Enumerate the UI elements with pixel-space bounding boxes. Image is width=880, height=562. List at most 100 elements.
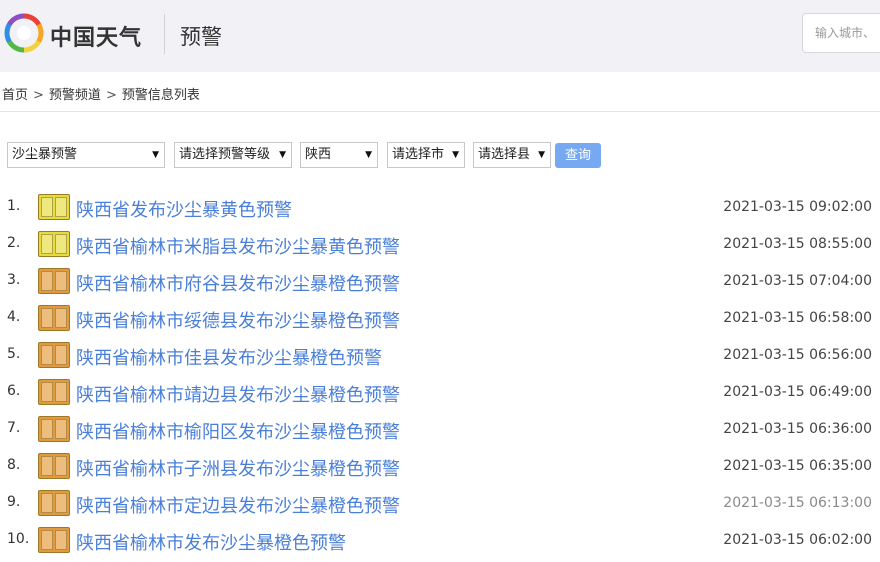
- warning-icon-panel: [41, 345, 53, 365]
- warning-row: 10. 陕西省榆林市发布沙尘暴橙色预警 2021-03-15 06:02:00: [0, 525, 880, 562]
- warning-row: 6. 陕西省榆林市靖边县发布沙尘暴橙色预警 2021-03-15 06:49:00: [0, 377, 880, 414]
- warning-title-link[interactable]: 陕西省榆林市米脂县发布沙尘暴黄色预警: [76, 233, 400, 259]
- warning-time: 2021-03-15 06:13:00: [723, 495, 872, 511]
- warning-index: 3.: [7, 272, 21, 288]
- warning-row: 4. 陕西省榆林市绥德县发布沙尘暴橙色预警 2021-03-15 06:58:00: [0, 303, 880, 340]
- warning-index: 4.: [7, 309, 21, 325]
- warning-type-value: 沙尘暴预警: [12, 147, 78, 162]
- site-logo-icon[interactable]: [4, 13, 44, 53]
- section-title: 预警: [180, 25, 222, 49]
- warning-row: 9. 陕西省榆林市定边县发布沙尘暴橙色预警 2021-03-15 06:13:00: [0, 488, 880, 525]
- header-divider: [164, 14, 165, 54]
- warning-level-icon: [38, 342, 70, 368]
- warning-icon-panel: [41, 493, 53, 513]
- city-value: 请选择市: [392, 147, 445, 162]
- warning-icon-panel: [55, 382, 67, 402]
- breadcrumb-current: 预警信息列表: [121, 88, 200, 103]
- site-header: 中国天气 预警: [0, 0, 880, 72]
- dropdown-arrow-icon: ▼: [365, 150, 372, 160]
- dropdown-arrow-icon: ▼: [538, 150, 545, 160]
- breadcrumb-home[interactable]: 首页: [2, 88, 28, 103]
- warning-title-link[interactable]: 陕西省榆林市府谷县发布沙尘暴橙色预警: [76, 270, 400, 296]
- breadcrumb-separator: >: [105, 88, 117, 103]
- warning-row: 3. 陕西省榆林市府谷县发布沙尘暴橙色预警 2021-03-15 07:04:00: [0, 266, 880, 303]
- warning-index: 1.: [7, 198, 21, 214]
- warning-time: 2021-03-15 06:49:00: [723, 384, 872, 400]
- warning-icon-panel: [55, 419, 67, 439]
- warning-time: 2021-03-15 06:02:00: [723, 532, 872, 548]
- province-value: 陕西: [305, 147, 332, 162]
- warning-level-icon: [38, 231, 70, 257]
- warning-icon-panel: [41, 234, 53, 254]
- warning-icon-panel: [41, 308, 53, 328]
- warning-title-link[interactable]: 陕西省榆林市佳县发布沙尘暴橙色预警: [76, 344, 382, 370]
- warning-row: 8. 陕西省榆林市子洲县发布沙尘暴橙色预警 2021-03-15 06:35:00: [0, 451, 880, 488]
- warning-icon-panel: [55, 271, 67, 291]
- warning-row: 7. 陕西省榆林市榆阳区发布沙尘暴橙色预警 2021-03-15 06:36:00: [0, 414, 880, 451]
- warning-title-link[interactable]: 陕西省榆林市靖边县发布沙尘暴橙色预警: [76, 381, 400, 407]
- warning-level-value: 请选择预警等级: [179, 147, 271, 162]
- site-name[interactable]: 中国天气: [50, 20, 142, 52]
- search-box[interactable]: [802, 13, 880, 53]
- warning-icon-panel: [55, 234, 67, 254]
- warning-level-icon: [38, 453, 70, 479]
- breadcrumb-warning-channel[interactable]: 预警频道: [49, 88, 101, 103]
- breadcrumb-divider: [0, 111, 880, 112]
- county-select[interactable]: 请选择县 ▼: [473, 142, 551, 168]
- warning-index: 2.: [7, 235, 21, 251]
- warning-level-icon: [38, 268, 70, 294]
- warning-index: 10.: [7, 531, 30, 547]
- warning-title-link[interactable]: 陕西省榆林市发布沙尘暴橙色预警: [76, 529, 346, 555]
- warning-time: 2021-03-15 09:02:00: [723, 199, 872, 215]
- warning-icon-panel: [55, 345, 67, 365]
- warning-icon-panel: [41, 456, 53, 476]
- warning-row: 1. 陕西省发布沙尘暴黄色预警 2021-03-15 09:02:00: [0, 192, 880, 229]
- warning-icon-panel: [55, 197, 67, 217]
- warning-row: 5. 陕西省榆林市佳县发布沙尘暴橙色预警 2021-03-15 06:56:00: [0, 340, 880, 377]
- warning-icon-panel: [41, 530, 53, 550]
- warning-level-select[interactable]: 请选择预警等级 ▼: [174, 142, 292, 168]
- warning-level-icon: [38, 527, 70, 553]
- warning-icon-panel: [55, 308, 67, 328]
- warning-icon-panel: [55, 456, 67, 476]
- warning-time: 2021-03-15 08:55:00: [723, 236, 872, 252]
- warning-icon-panel: [55, 493, 67, 513]
- warning-icon-panel: [41, 382, 53, 402]
- warning-icon-panel: [41, 419, 53, 439]
- warning-type-select[interactable]: 沙尘暴预警 ▼: [7, 142, 165, 168]
- city-select[interactable]: 请选择市 ▼: [387, 142, 465, 168]
- warning-level-icon: [38, 305, 70, 331]
- warning-title-link[interactable]: 陕西省发布沙尘暴黄色预警: [76, 196, 292, 222]
- warning-index: 8.: [7, 457, 21, 473]
- warning-icon-panel: [41, 197, 53, 217]
- warning-time: 2021-03-15 06:56:00: [723, 347, 872, 363]
- warning-title-link[interactable]: 陕西省榆林市榆阳区发布沙尘暴橙色预警: [76, 418, 400, 444]
- warning-index: 6.: [7, 383, 21, 399]
- warning-time: 2021-03-15 07:04:00: [723, 273, 872, 289]
- warning-time: 2021-03-15 06:58:00: [723, 310, 872, 326]
- warning-level-icon: [38, 379, 70, 405]
- breadcrumb: 首页 > 预警频道 > 预警信息列表: [2, 84, 200, 103]
- warning-icon-panel: [41, 271, 53, 291]
- city-search-input[interactable]: [803, 14, 880, 52]
- query-button[interactable]: 查询: [555, 143, 601, 168]
- warning-title-link[interactable]: 陕西省榆林市子洲县发布沙尘暴橙色预警: [76, 455, 400, 481]
- warning-level-icon: [38, 416, 70, 442]
- warning-level-icon: [38, 194, 70, 220]
- warning-time: 2021-03-15 06:35:00: [723, 458, 872, 474]
- county-value: 请选择县: [478, 147, 531, 162]
- warning-index: 5.: [7, 346, 21, 362]
- warning-index: 7.: [7, 420, 21, 436]
- dropdown-arrow-icon: ▼: [279, 150, 286, 160]
- dropdown-arrow-icon: ▼: [152, 150, 159, 160]
- warning-level-icon: [38, 490, 70, 516]
- warning-icon-panel: [55, 530, 67, 550]
- province-select[interactable]: 陕西 ▼: [300, 142, 378, 168]
- breadcrumb-separator: >: [33, 88, 44, 103]
- warning-index: 9.: [7, 494, 21, 510]
- warning-time: 2021-03-15 06:36:00: [723, 421, 872, 437]
- warning-title-link[interactable]: 陕西省榆林市定边县发布沙尘暴橙色预警: [76, 492, 400, 518]
- warning-row: 2. 陕西省榆林市米脂县发布沙尘暴黄色预警 2021-03-15 08:55:00: [0, 229, 880, 266]
- warning-title-link[interactable]: 陕西省榆林市绥德县发布沙尘暴橙色预警: [76, 307, 400, 333]
- dropdown-arrow-icon: ▼: [452, 150, 459, 160]
